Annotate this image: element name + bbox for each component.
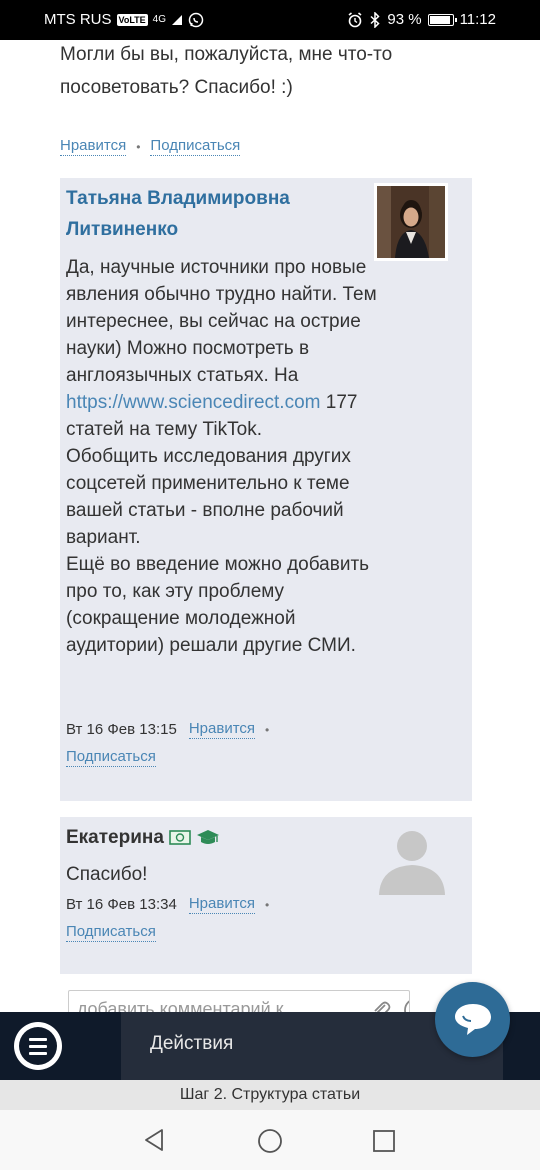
bluetooth-icon: [370, 11, 380, 28]
separator-dot: •: [265, 722, 270, 737]
carrier-name: MTS RUS: [44, 11, 112, 28]
comment-meta: Вт 16 Фев 13:15 Нравится •: [66, 720, 279, 739]
comment-meta: Вт 16 Фев 13:34 Нравится •: [66, 895, 279, 914]
like-link[interactable]: Нравится: [188, 895, 256, 914]
comment-input[interactable]: добавить комментарий к: [68, 990, 410, 1012]
subscribe-link[interactable]: Подписаться: [66, 923, 156, 942]
comment-date: Вт 16 Фев 13:15: [66, 721, 177, 738]
back-icon[interactable]: [142, 1128, 166, 1152]
money-badge-icon: [169, 830, 191, 845]
comment-paragraph: Обобщить исследования других соцсетей пр…: [66, 446, 351, 548]
page-content[interactable]: Могли бы вы, пожалуйста, мне что-то посо…: [0, 40, 540, 1012]
system-nav-bar: [0, 1110, 540, 1170]
graduation-cap-icon: [196, 829, 219, 844]
home-icon[interactable]: [257, 1128, 283, 1154]
attachment-icon[interactable]: [369, 999, 393, 1012]
comment-body: Да, научные источники про новые явления …: [66, 254, 386, 659]
whatsapp-icon: [188, 12, 204, 27]
sciencedirect-link[interactable]: https://www.sciencedirect.com: [66, 392, 320, 413]
chat-bubbles-icon: [455, 1004, 491, 1035]
author-avatar[interactable]: [374, 183, 448, 261]
network-type: 4G: [152, 13, 167, 25]
battery-percent: 93 %: [387, 11, 422, 28]
question-actions: Нравится • Подписаться: [60, 137, 241, 156]
actions-label: Действия: [150, 1033, 234, 1054]
comment-text: Да, научные источники про новые явления …: [66, 257, 377, 386]
like-link[interactable]: Нравится: [188, 720, 256, 739]
status-left: MTS RUS VoLTE 4G: [44, 11, 204, 28]
recent-apps-icon[interactable]: [372, 1129, 396, 1153]
comment-card: Екатерина Спасибо! Вт 16 Фев 13:34 Нрави…: [60, 817, 472, 974]
comment-date: Вт 16 Фев 13:34: [66, 896, 177, 913]
battery-icon: [427, 13, 457, 26]
volte-icon: VoLTE: [116, 13, 148, 26]
clock: 11:12: [459, 11, 496, 28]
avatar-photo-image: [377, 186, 445, 258]
comment-input-placeholder: добавить комментарий к: [77, 999, 284, 1012]
separator-dot: •: [136, 139, 141, 154]
default-avatar-icon[interactable]: [376, 825, 448, 895]
step-label: Шаг 2. Структура статьи: [0, 1080, 540, 1110]
battery-fill: [429, 15, 450, 24]
separator-dot: •: [265, 897, 270, 912]
comment-author-link[interactable]: Татьяна Владимировна Литвиненко: [66, 183, 316, 245]
hamburger-icon: [19, 1027, 57, 1065]
chat-button[interactable]: [435, 982, 510, 1057]
comment-author: Екатерина: [66, 822, 220, 853]
signal-icon: [172, 14, 183, 25]
comment-author-name[interactable]: Екатерина: [66, 822, 164, 853]
question-text: Могли бы вы, пожалуйста, мне что-то посо…: [60, 44, 393, 98]
alarm-icon: [348, 11, 362, 27]
status-bar: MTS RUS VoLTE 4G 93 % 11:12: [0, 0, 540, 40]
comment-card: Татьяна Владимировна Литвиненко Да, науч…: [60, 178, 472, 801]
comment-paragraph: Ещё во введение можно добавить про то, к…: [66, 554, 370, 656]
subscribe-link[interactable]: Подписаться: [66, 748, 156, 767]
menu-button[interactable]: [14, 1022, 62, 1070]
comment-body: Спасибо!: [66, 864, 148, 885]
emoji-icon[interactable]: [403, 997, 410, 1012]
status-right: 93 % 11:12: [347, 11, 496, 28]
subscribe-link[interactable]: Подписаться: [150, 137, 241, 156]
like-link[interactable]: Нравится: [60, 137, 127, 156]
